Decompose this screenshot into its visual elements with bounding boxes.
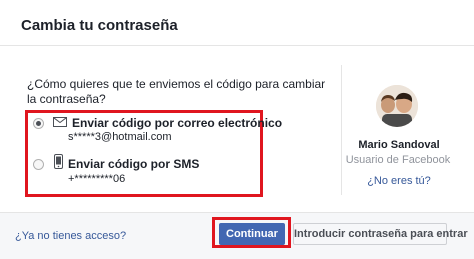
dialog-title: Cambia tu contraseña (21, 17, 178, 34)
avatar (376, 85, 418, 127)
profile-name: Mario Sandoval (358, 139, 440, 151)
mail-icon (53, 117, 67, 127)
option-sms-label[interactable]: Enviar código por SMS (68, 157, 199, 171)
vertical-divider (341, 65, 342, 195)
enter-password-button[interactable]: Introducir contraseña para entrar (293, 223, 468, 245)
change-password-dialog: Cambia tu contraseña ¿Cómo quieres que t… (0, 0, 474, 259)
option-email-detail: s*****3@hotmail.com (68, 131, 172, 143)
option-sms-detail: +*********06 (68, 173, 126, 185)
avatar-photo (376, 85, 418, 127)
not-you-link[interactable]: ¿No eres tú? (353, 175, 445, 187)
profile-subtitle: Usuario de Facebook (345, 154, 451, 166)
no-access-link[interactable]: ¿Ya no tienes acceso? (15, 230, 126, 242)
phone-icon (54, 154, 63, 169)
dialog-header: Cambia tu contraseña (0, 0, 474, 46)
radio-email[interactable] (33, 118, 44, 129)
continue-button[interactable]: Continuar (219, 223, 285, 245)
option-email-label[interactable]: Enviar código por correo electrónico (72, 116, 282, 130)
recovery-question: ¿Cómo quieres que te enviemos el código … (27, 77, 326, 106)
radio-sms[interactable] (33, 159, 44, 170)
